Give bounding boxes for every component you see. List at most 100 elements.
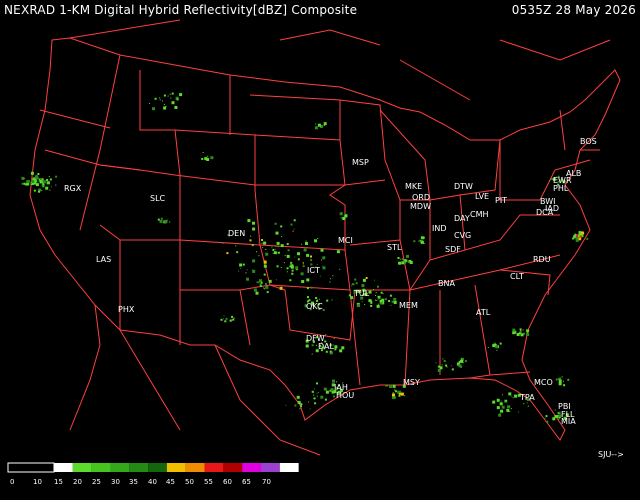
echo-cell: [272, 248, 275, 251]
echo-cell: [251, 244, 254, 247]
echo-cell: [297, 401, 301, 404]
echo-cell: [324, 125, 326, 126]
echo-cell: [222, 242, 224, 244]
echo-cell: [167, 95, 169, 97]
echo-cell: [289, 279, 292, 282]
echo-cell: [311, 353, 313, 355]
echo-cell: [163, 94, 166, 97]
echo-cell: [310, 286, 313, 289]
echo-cell: [265, 252, 269, 256]
echo-cell: [336, 250, 340, 254]
echo-cell: [242, 263, 245, 266]
echo-cell: [404, 262, 406, 264]
echo-cell: [333, 395, 335, 398]
echo-cell: [315, 344, 317, 346]
echo-cell: [253, 288, 257, 292]
echo-cell: [374, 279, 375, 281]
city-label-ict: ICT: [307, 266, 320, 275]
city-label-day: DAY: [454, 214, 470, 223]
echo-cell: [236, 251, 239, 254]
echo-cell: [310, 255, 312, 258]
echo-cell: [390, 304, 392, 306]
echo-cell: [258, 242, 260, 244]
echo-cell: [330, 278, 332, 280]
echo-cell: [378, 296, 379, 298]
echo-cell: [281, 236, 283, 238]
echo-cell: [327, 391, 329, 393]
echo-cell: [210, 156, 214, 160]
state-line: [344, 179, 386, 186]
echo-cell: [386, 385, 388, 387]
echo-cell: [526, 402, 528, 404]
echo-cell: [317, 392, 319, 393]
echo-cell: [274, 248, 276, 250]
city-label-mke: MKE: [405, 182, 422, 191]
echo-cell: [35, 183, 39, 187]
echo-cell: [382, 293, 384, 295]
echo-cell: [324, 398, 327, 401]
sju-arrow-label: SJU-->: [598, 450, 624, 459]
echo-cell: [317, 123, 321, 127]
city-label-tpa: TPA: [519, 393, 535, 402]
echo-cell: [561, 376, 563, 378]
echo-cell: [376, 304, 380, 308]
echo-cell: [286, 254, 290, 258]
echo-cell: [380, 291, 383, 294]
echo-cell: [329, 281, 331, 283]
echo-cell: [277, 246, 279, 248]
echo-cell: [395, 390, 398, 393]
echo-cell: [322, 266, 326, 270]
echo-cell: [322, 309, 325, 311]
echo-cell: [224, 320, 227, 323]
echo-cell: [159, 97, 161, 99]
echo-cell: [365, 277, 368, 279]
echo-cell: [249, 239, 252, 242]
echo-cell: [55, 184, 57, 186]
echo-cell: [385, 385, 386, 387]
echo-cell: [294, 256, 296, 258]
echo-cell: [393, 297, 397, 301]
echo-cell: [154, 97, 157, 100]
echo-cell: [299, 408, 301, 410]
echo-cell: [290, 261, 293, 264]
echo-cell: [311, 344, 314, 347]
echo-cell: [384, 298, 387, 301]
echo-cell: [297, 252, 300, 256]
echo-cell: [246, 277, 249, 281]
echo-cell: [325, 350, 328, 353]
echo-cell: [389, 385, 392, 388]
echo-cell: [487, 347, 489, 348]
echo-cell: [265, 248, 267, 250]
echo-cell: [275, 245, 277, 247]
echo-cell: [375, 299, 376, 301]
echo-cell: [169, 93, 171, 95]
city-label-msy: MSY: [403, 378, 420, 387]
echo-cell: [361, 301, 363, 303]
city-label-okc: OKC: [306, 302, 323, 311]
echo-cell: [501, 405, 505, 409]
echo-cell: [494, 342, 496, 344]
city-label-msp: MSP: [352, 158, 369, 167]
echo-cell: [302, 263, 304, 265]
legend-tick: 40: [148, 478, 157, 486]
legend-tick: 30: [111, 478, 120, 486]
echo-cell: [252, 221, 255, 225]
echo-cell: [332, 275, 334, 277]
echo-cell: [379, 300, 382, 303]
echo-cell: [301, 243, 303, 245]
echo-cell: [314, 239, 317, 243]
legend-swatch: [91, 463, 111, 472]
echo-cell: [261, 242, 263, 244]
echo-cell: [555, 378, 558, 381]
echo-cell: [505, 400, 507, 402]
echo-cell: [351, 285, 353, 287]
echo-cell: [445, 364, 448, 367]
echo-cell: [331, 299, 333, 301]
echo-cell: [226, 252, 229, 255]
echo-cell: [33, 189, 36, 192]
echo-cell: [280, 267, 282, 268]
city-label-dtw: DTW: [454, 182, 473, 191]
echo-cell: [514, 394, 518, 398]
legend-swatch: [166, 463, 186, 472]
state-line: [355, 239, 411, 291]
